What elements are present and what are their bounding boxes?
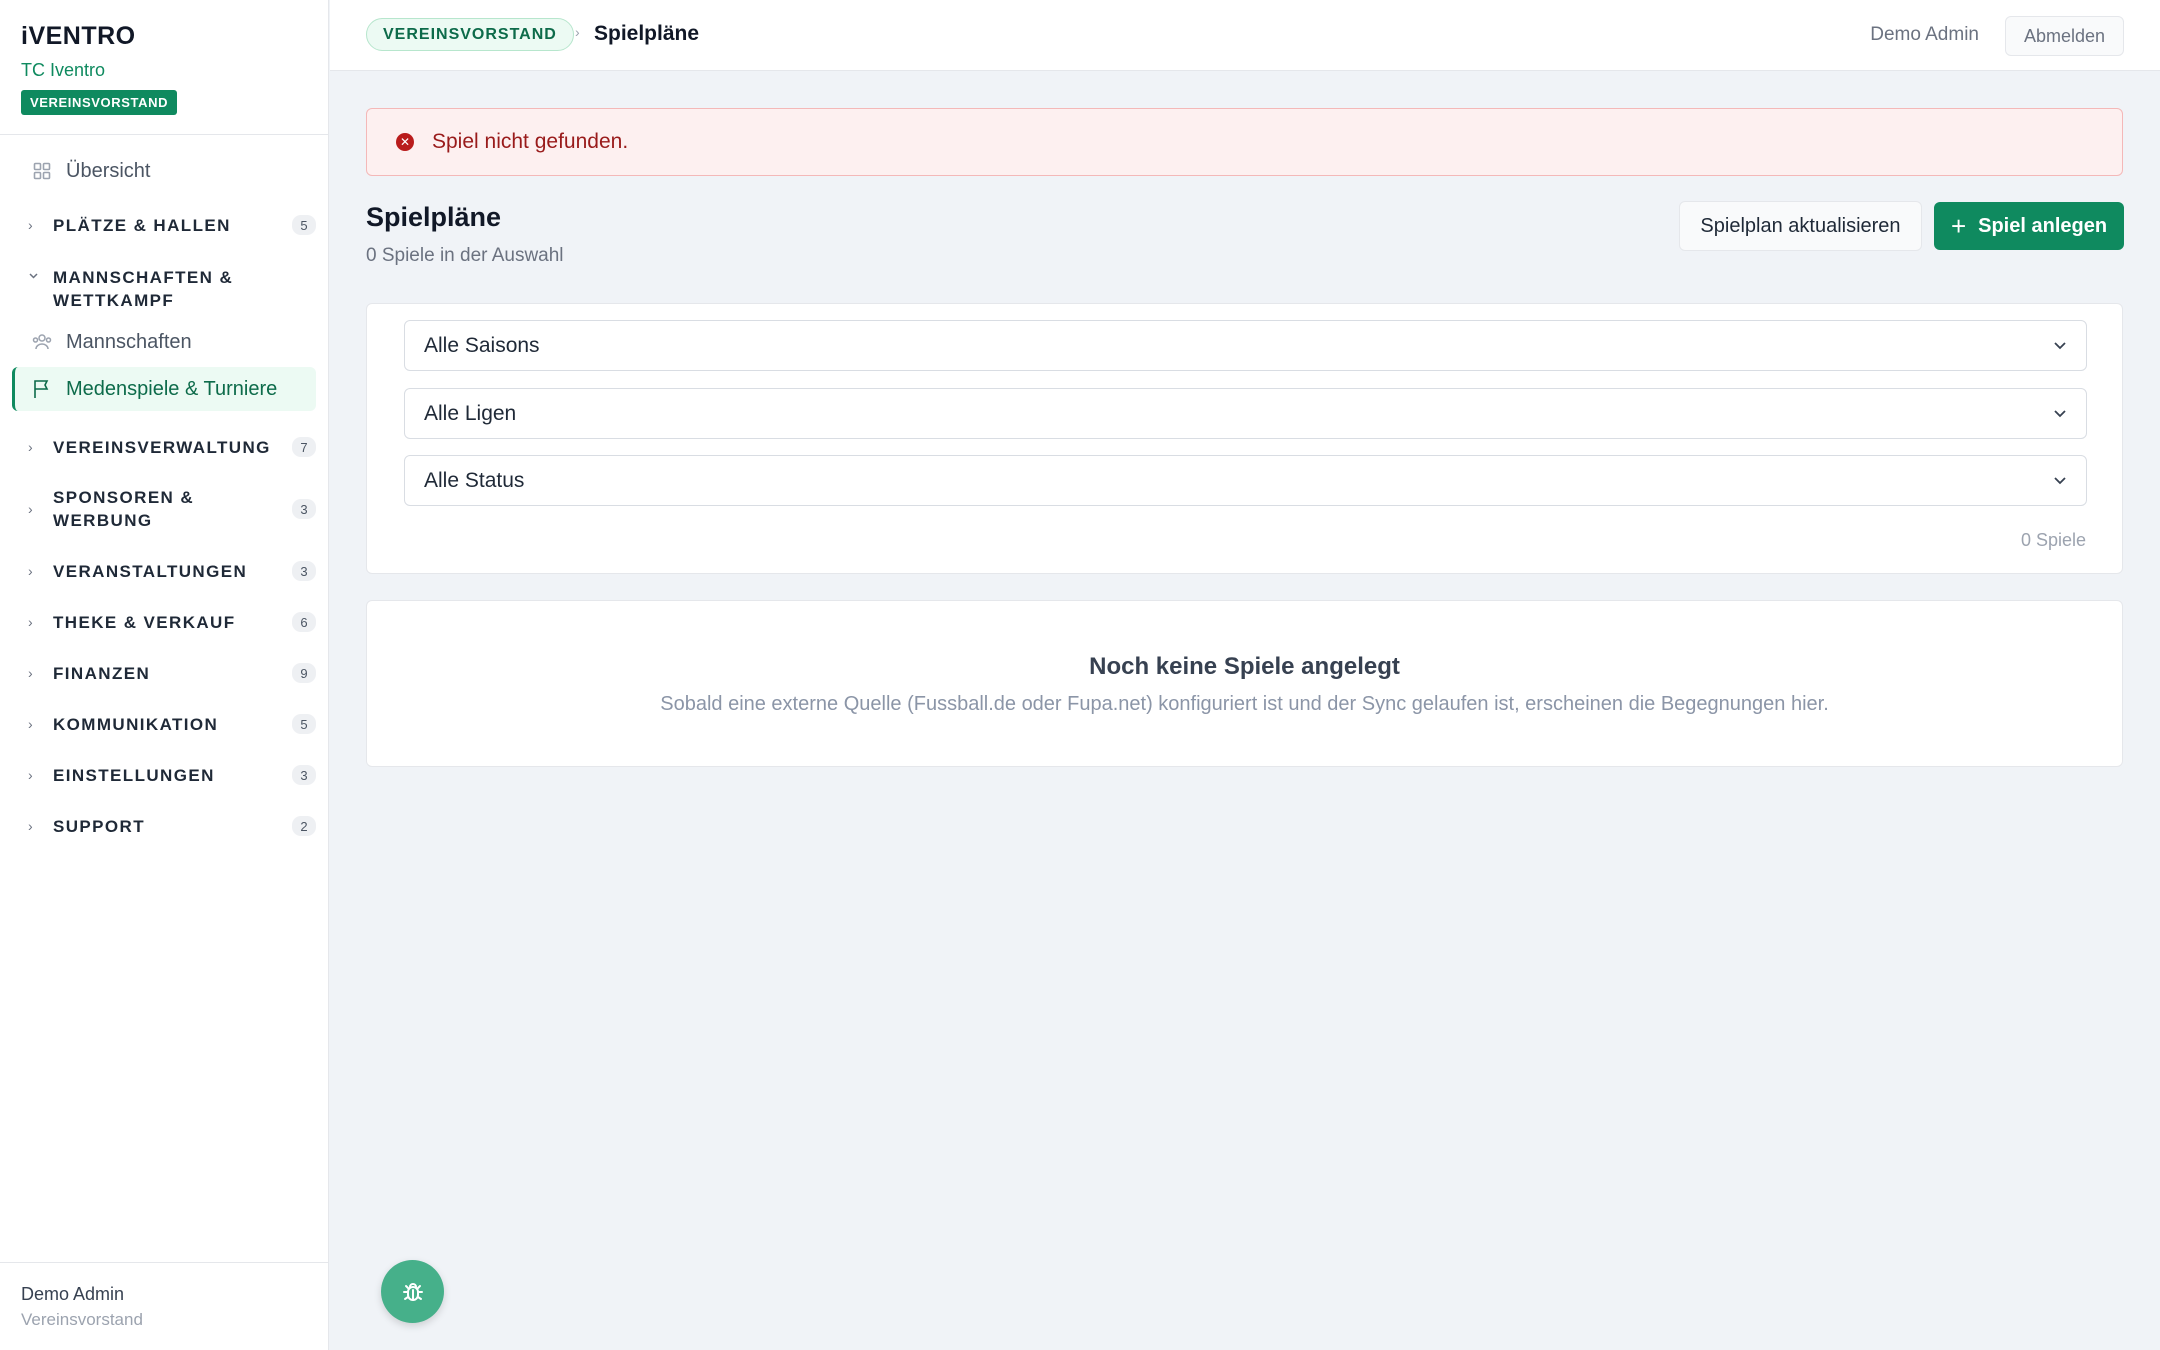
sidebar-group-finanzen[interactable]: › FINANZEN 9	[12, 661, 316, 685]
chevron-right-icon: ›	[28, 665, 33, 681]
league-select[interactable]: Alle Ligen	[404, 388, 2087, 439]
alert-message: Spiel nicht gefunden.	[432, 130, 629, 153]
season-select[interactable]: Alle Saisons	[404, 320, 2087, 371]
chevron-right-icon: ›	[28, 217, 33, 233]
count-badge: 7	[292, 437, 316, 457]
status-select-value: Alle Status	[424, 468, 525, 492]
breadcrumb-role-badge: VEREINSVORSTAND	[366, 18, 574, 51]
bug-icon	[402, 1282, 423, 1301]
sidebar-group-theke[interactable]: › THEKE & VERKAUF 6	[12, 610, 316, 634]
empty-state-title: Noch keine Spiele angelegt	[1089, 653, 1400, 680]
empty-state-description: Sobald eine externe Quelle (Fussball.de …	[660, 693, 1829, 715]
chevron-right-icon: ›	[28, 767, 33, 783]
count-badge: 2	[292, 816, 316, 836]
topbar: VEREINSVORSTAND › Spielpläne Demo Admin …	[330, 0, 2160, 71]
grid-icon	[32, 161, 52, 181]
user-name: Demo Admin	[21, 1284, 125, 1304]
page-subtitle: 0 Spiele in der Auswahl	[366, 245, 564, 266]
sidebar-group-kommunikation[interactable]: › KOMMUNIKATION 5	[12, 712, 316, 736]
sidebar-group-label: VERANSTALTUNGEN	[53, 561, 248, 581]
refresh-schedule-button[interactable]: Spielplan aktualisieren	[1679, 201, 1922, 251]
sidebar-group-label: SUPPORT	[53, 816, 145, 836]
sidebar-group-label: EINSTELLUNGEN	[53, 765, 215, 785]
count-badge: 9	[292, 663, 316, 683]
season-select-value: Alle Saisons	[424, 333, 540, 357]
chevron-right-icon: ›	[28, 563, 33, 579]
filter-card: Alle Saisons Alle Ligen Alle Status 0 Sp…	[366, 303, 2123, 574]
logout-button[interactable]: Abmelden	[2004, 16, 2124, 56]
chevron-right-icon: ›	[28, 818, 33, 834]
users-icon	[32, 332, 52, 352]
sidebar-group-label: VEREINSVERWALTUNG	[53, 437, 271, 457]
sidebar-group-plaetze[interactable]: › PLÄTZE & HALLEN 5	[12, 213, 316, 237]
chevron-down-icon	[2054, 477, 2066, 485]
role-badge: VEREINSVORSTAND	[21, 90, 178, 115]
sidebar-group-sponsoren[interactable]: › SPONSOREN & WERBUNG 3	[12, 486, 316, 532]
bug-report-button[interactable]	[381, 1260, 444, 1323]
chevron-down-icon	[2054, 410, 2066, 418]
brand: iVENTRO TC Iventro VEREINSVORSTAND	[0, 0, 328, 135]
sidebar-group-einstellungen[interactable]: › EINSTELLUNGEN 3	[12, 763, 316, 787]
sidebar-group-veranstaltungen[interactable]: › VERANSTALTUNGEN 3	[12, 559, 316, 583]
count-badge: 5	[292, 215, 316, 235]
user-role: Vereinsvorstand	[21, 1310, 143, 1329]
brand-logo[interactable]: iVENTRO	[21, 22, 328, 50]
breadcrumb-separator: ›	[575, 24, 580, 40]
chevron-right-icon: ›	[28, 501, 33, 517]
sidebar-item-label: Übersicht	[66, 159, 151, 182]
sidebar-group-label: PLÄTZE & HALLEN	[53, 215, 231, 235]
status-select[interactable]: Alle Status	[404, 455, 2087, 506]
sidebar-item-label: Medenspiele & Turniere	[66, 377, 278, 400]
topbar-user-name: Demo Admin	[1870, 24, 1979, 45]
plus-icon: +	[1950, 211, 1967, 241]
count-badge: 5	[292, 714, 316, 734]
sidebar-item-overview[interactable]: Übersicht	[12, 153, 316, 189]
sidebar-group-vereinsverwaltung[interactable]: › VEREINSVERWALTUNG 7	[12, 435, 316, 459]
flag-icon	[32, 379, 52, 399]
error-alert: ✕ Spiel nicht gefunden.	[366, 108, 2123, 176]
sidebar-item-label: Mannschaften	[66, 330, 192, 353]
error-icon: ✕	[396, 133, 414, 151]
sidebar-group-label: THEKE & VERKAUF	[53, 612, 236, 632]
sidebar-group-label: SPONSOREN & WERBUNG	[53, 488, 195, 530]
count-badge: 3	[292, 561, 316, 581]
sidebar-item-mannschaften[interactable]: Mannschaften	[12, 324, 316, 360]
result-count: 0 Spiele	[2020, 530, 2086, 550]
sidebar-group-label: MANNSCHAFTEN & WETTKAMPF	[53, 268, 234, 310]
chevron-down-icon	[28, 270, 40, 281]
chevron-right-icon: ›	[28, 439, 33, 455]
count-badge: 6	[292, 612, 316, 632]
club-name: TC Iventro	[21, 60, 106, 80]
chevron-down-icon	[2054, 342, 2066, 350]
sidebar-user: Demo Admin Vereinsvorstand	[0, 1262, 329, 1350]
sidebar-group-mannschaften[interactable]: MANNSCHAFTEN & WETTKAMPF	[12, 266, 316, 312]
sidebar: iVENTRO TC Iventro VEREINSVORSTAND Übers…	[0, 0, 329, 1350]
add-game-label: Spiel anlegen	[1978, 214, 2108, 237]
sidebar-item-medenspiele[interactable]: Medenspiele & Turniere	[12, 367, 316, 411]
sidebar-group-label: KOMMUNIKATION	[53, 714, 219, 734]
add-game-button[interactable]: + Spiel anlegen	[1934, 202, 2124, 250]
count-badge: 3	[292, 765, 316, 785]
breadcrumb-title: Spielpläne	[594, 22, 700, 45]
empty-state: Noch keine Spiele angelegt Sobald eine e…	[366, 600, 2123, 767]
count-badge: 3	[292, 499, 316, 519]
league-select-value: Alle Ligen	[424, 401, 517, 425]
sidebar-group-support[interactable]: › SUPPORT 2	[12, 814, 316, 838]
page-title: Spielpläne	[366, 202, 502, 232]
chevron-right-icon: ›	[28, 716, 33, 732]
sidebar-group-label: FINANZEN	[53, 663, 151, 683]
chevron-right-icon: ›	[28, 614, 33, 630]
